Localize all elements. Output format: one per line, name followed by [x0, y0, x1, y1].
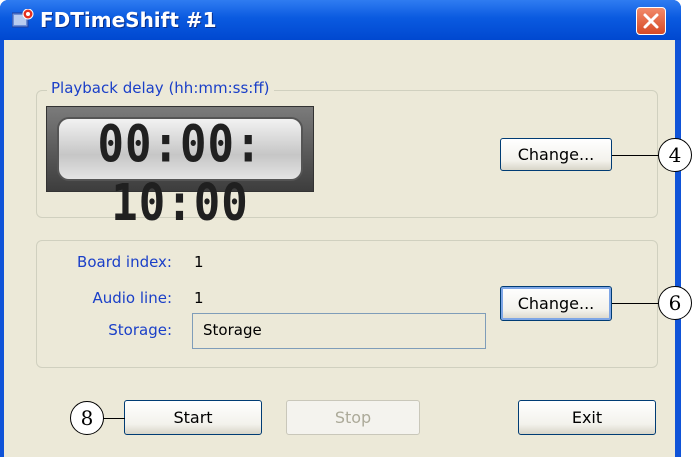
storage-label: Storage:: [108, 321, 172, 339]
delay-display-value: 00:00: 10:00: [97, 115, 263, 233]
delay-display-frame: 00:00: 10:00: [46, 106, 314, 233]
callout-4: 4: [658, 138, 692, 172]
dialog-client-area: Playback delay (hh:mm:ss:ff) 00:00: 10:0…: [4, 40, 675, 457]
delay-display: 00:00: 10:00: [57, 115, 303, 233]
title-bar[interactable]: FDTimeShift #1: [0, 0, 681, 40]
app-window: FDTimeShift #1 Playback delay (hh:mm:ss:…: [0, 0, 681, 457]
stop-button: Stop: [286, 400, 420, 435]
audio-line-value: 1: [194, 289, 204, 307]
callout-4-leader: [612, 155, 660, 156]
board-index-label: Board index:: [77, 253, 172, 271]
exit-button[interactable]: Exit: [518, 400, 656, 435]
start-button[interactable]: Start: [124, 400, 262, 435]
window-title: FDTimeShift #1: [40, 8, 217, 32]
app-icon: [11, 8, 34, 29]
callout-8-leader: [103, 418, 125, 419]
callout-6: 6: [658, 286, 692, 320]
storage-field: Storage: [192, 313, 486, 349]
close-icon: [643, 13, 659, 29]
callout-8: 8: [70, 401, 104, 435]
delay-change-button[interactable]: Change...: [500, 138, 612, 171]
callout-6-leader: [612, 303, 660, 304]
info-change-button[interactable]: Change...: [500, 286, 612, 321]
board-index-value: 1: [194, 253, 204, 271]
close-button[interactable]: [636, 7, 666, 35]
playback-delay-title: Playback delay (hh:mm:ss:ff): [47, 79, 274, 97]
audio-line-label: Audio line:: [92, 289, 172, 307]
